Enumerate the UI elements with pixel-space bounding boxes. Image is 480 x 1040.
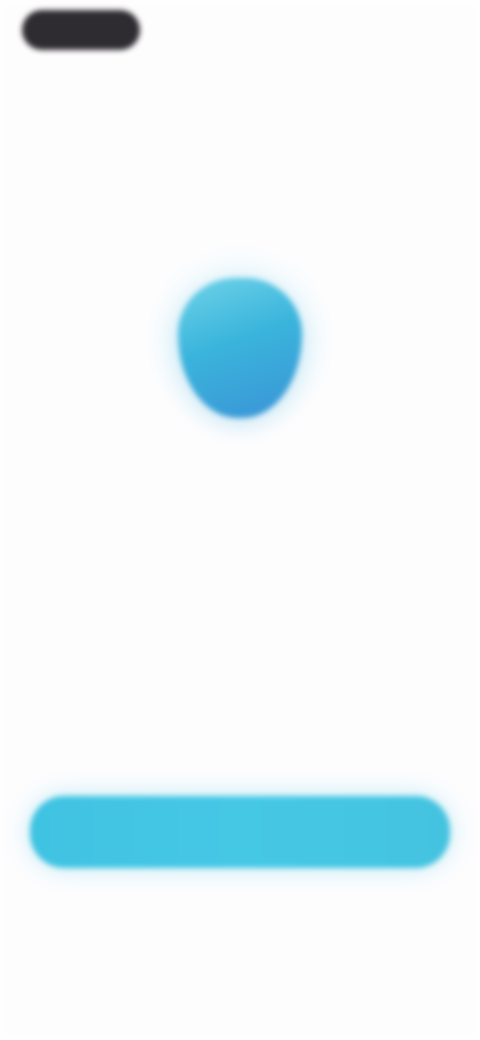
status-bar-pill <box>22 10 140 50</box>
primary-action-button[interactable] <box>30 796 450 868</box>
welcome-screen <box>0 0 480 1040</box>
